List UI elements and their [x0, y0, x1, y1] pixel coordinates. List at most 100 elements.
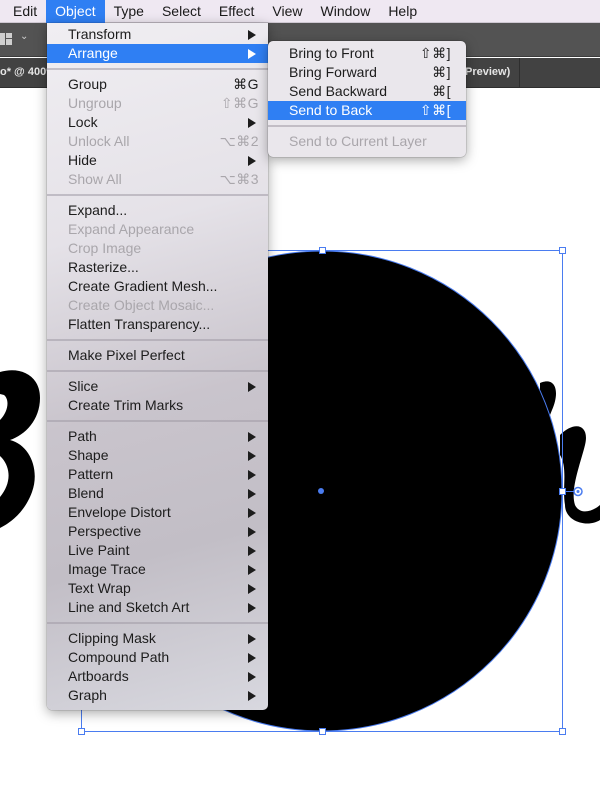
menu-item-line-and-sketch-art[interactable]: Line and Sketch Art [47, 598, 268, 617]
menu-item-artboards[interactable]: Artboards [47, 667, 268, 686]
menu-item-lock[interactable]: Lock [47, 113, 268, 132]
handle-bottom-right[interactable] [559, 728, 566, 735]
menu-item-create-trim-marks[interactable]: Create Trim Marks [47, 396, 268, 415]
arrange-item-bring-to-front[interactable]: Bring to Front ⇧⌘] [268, 44, 466, 63]
handle-top-center[interactable] [319, 247, 326, 254]
submenu-arrow-icon [248, 653, 256, 663]
menu-item-label: Flatten Transparency... [68, 316, 211, 332]
shortcut-label: ⇧⌘] [419, 45, 451, 61]
arrange-item-send-to-back[interactable]: Send to Back ⇧⌘[ [268, 101, 466, 120]
menu-item-label: Clipping Mask [68, 630, 156, 646]
menu-item-live-paint[interactable]: Live Paint [47, 541, 268, 560]
submenu-arrow-icon [248, 546, 256, 556]
menu-item-hide[interactable]: Hide [47, 151, 268, 170]
submenu-arrow-icon [248, 565, 256, 575]
menu-item-create-gradient-mesh[interactable]: Create Gradient Mesh... [47, 277, 268, 296]
menu-item-label: Send Backward [289, 83, 388, 99]
menu-separator [47, 334, 268, 346]
menu-item-graph[interactable]: Graph [47, 686, 268, 705]
submenu-arrow-icon [248, 470, 256, 480]
menu-item-label: Pattern [68, 466, 114, 482]
menu-item-shape[interactable]: Shape [47, 446, 268, 465]
menu-item-show-all: Show All ⌥⌘3 [47, 170, 268, 189]
menu-item-crop-image: Crop Image [47, 239, 268, 258]
arrange-item-bring-forward[interactable]: Bring Forward ⌘] [268, 63, 466, 82]
submenu-arrow-icon [248, 672, 256, 682]
menu-item-label: Send to Current Layer [289, 133, 427, 149]
menu-item-unlock-all: Unlock All ⌥⌘2 [47, 132, 268, 151]
shortcut-label: ⌥⌘2 [219, 133, 259, 149]
menu-item-label: Bring to Front [289, 45, 374, 61]
menu-item-slice[interactable]: Slice [47, 377, 268, 396]
menu-item-label: Expand... [68, 202, 128, 218]
menu-item-pattern[interactable]: Pattern [47, 465, 268, 484]
submenu-arrow-icon [248, 49, 256, 59]
menu-item-compound-path[interactable]: Compound Path [47, 648, 268, 667]
menu-item-clipping-mask[interactable]: Clipping Mask [47, 629, 268, 648]
submenu-arrow-icon [248, 30, 256, 40]
menu-item-label: Make Pixel Perfect [68, 347, 185, 363]
menu-separator [47, 617, 268, 629]
menu-item-label: Expand Appearance [68, 221, 195, 237]
menu-item-perspective[interactable]: Perspective [47, 522, 268, 541]
menu-item-label: Group [68, 76, 107, 92]
menu-item-label: Hide [68, 152, 97, 168]
menu-item-transform[interactable]: Transform [47, 25, 268, 44]
menu-item-rasterize[interactable]: Rasterize... [47, 258, 268, 277]
menu-item-label: Lock [68, 114, 98, 130]
menu-item-label: Create Gradient Mesh... [68, 278, 218, 294]
submenu-arrow-icon [248, 508, 256, 518]
live-corner-dot [576, 490, 580, 493]
arrange-submenu: Bring to Front ⇧⌘] Bring Forward ⌘] Send Bac… [268, 41, 466, 157]
menu-item-label: Arrange [68, 45, 118, 61]
submenu-arrow-icon [248, 584, 256, 594]
handle-bottom-center[interactable] [319, 728, 326, 735]
shortcut-label: ⌥⌘3 [219, 171, 259, 187]
menu-item-label: Shape [68, 447, 109, 463]
handle-middle-right[interactable] [559, 488, 566, 495]
menu-item-arrange[interactable]: Arrange [47, 44, 268, 63]
menu-item-label: Artboards [68, 668, 129, 684]
menu-item-label: Graph [68, 687, 107, 703]
menu-separator [47, 365, 268, 377]
menu-item-blend[interactable]: Blend [47, 484, 268, 503]
shortcut-label: ⌘G [233, 76, 259, 92]
shortcut-label: ⌘[ [432, 83, 451, 99]
menu-item-envelope-distort[interactable]: Envelope Distort [47, 503, 268, 522]
arrange-item-send-backward[interactable]: Send Backward ⌘[ [268, 82, 466, 101]
menu-item-label: Create Trim Marks [68, 397, 184, 413]
menu-item-label: Create Object Mosaic... [68, 297, 215, 313]
menu-item-label: Ungroup [68, 95, 122, 111]
menu-item-expand-appearance: Expand Appearance [47, 220, 268, 239]
menu-item-label: Crop Image [68, 240, 142, 256]
menu-item-label: Envelope Distort [68, 504, 171, 520]
menu-item-label: Path [68, 428, 97, 444]
menu-item-label: Unlock All [68, 133, 130, 149]
submenu-arrow-icon [248, 489, 256, 499]
menu-item-make-pixel-perfect[interactable]: Make Pixel Perfect [47, 346, 268, 365]
handle-bottom-left[interactable] [78, 728, 85, 735]
shortcut-label: ⇧⌘[ [419, 102, 451, 118]
menu-item-label: Show All [68, 171, 122, 187]
submenu-arrow-icon [248, 118, 256, 128]
menu-item-group[interactable]: Group ⌘G [47, 75, 268, 94]
menu-item-label: Transform [68, 26, 132, 42]
menu-item-label: Send to Back [289, 102, 373, 118]
arrange-item-send-to-current-layer: Send to Current Layer [268, 132, 466, 151]
handle-top-right[interactable] [559, 247, 566, 254]
menu-item-label: Blend [68, 485, 104, 501]
submenu-arrow-icon [248, 382, 256, 392]
menu-item-text-wrap[interactable]: Text Wrap [47, 579, 268, 598]
menu-separator [268, 120, 466, 132]
submenu-arrow-icon [248, 527, 256, 537]
menu-item-image-trace[interactable]: Image Trace [47, 560, 268, 579]
menu-item-flatten-transparency[interactable]: Flatten Transparency... [47, 315, 268, 334]
menu-item-expand[interactable]: Expand... [47, 201, 268, 220]
menu-item-label: Compound Path [68, 649, 170, 665]
menu-item-path[interactable]: Path [47, 427, 268, 446]
menu-item-create-object-mosaic: Create Object Mosaic... [47, 296, 268, 315]
menu-separator [47, 415, 268, 427]
menu-separator [47, 63, 268, 75]
menu-item-ungroup: Ungroup ⇧⌘G [47, 94, 268, 113]
script-letter-left [0, 370, 40, 528]
